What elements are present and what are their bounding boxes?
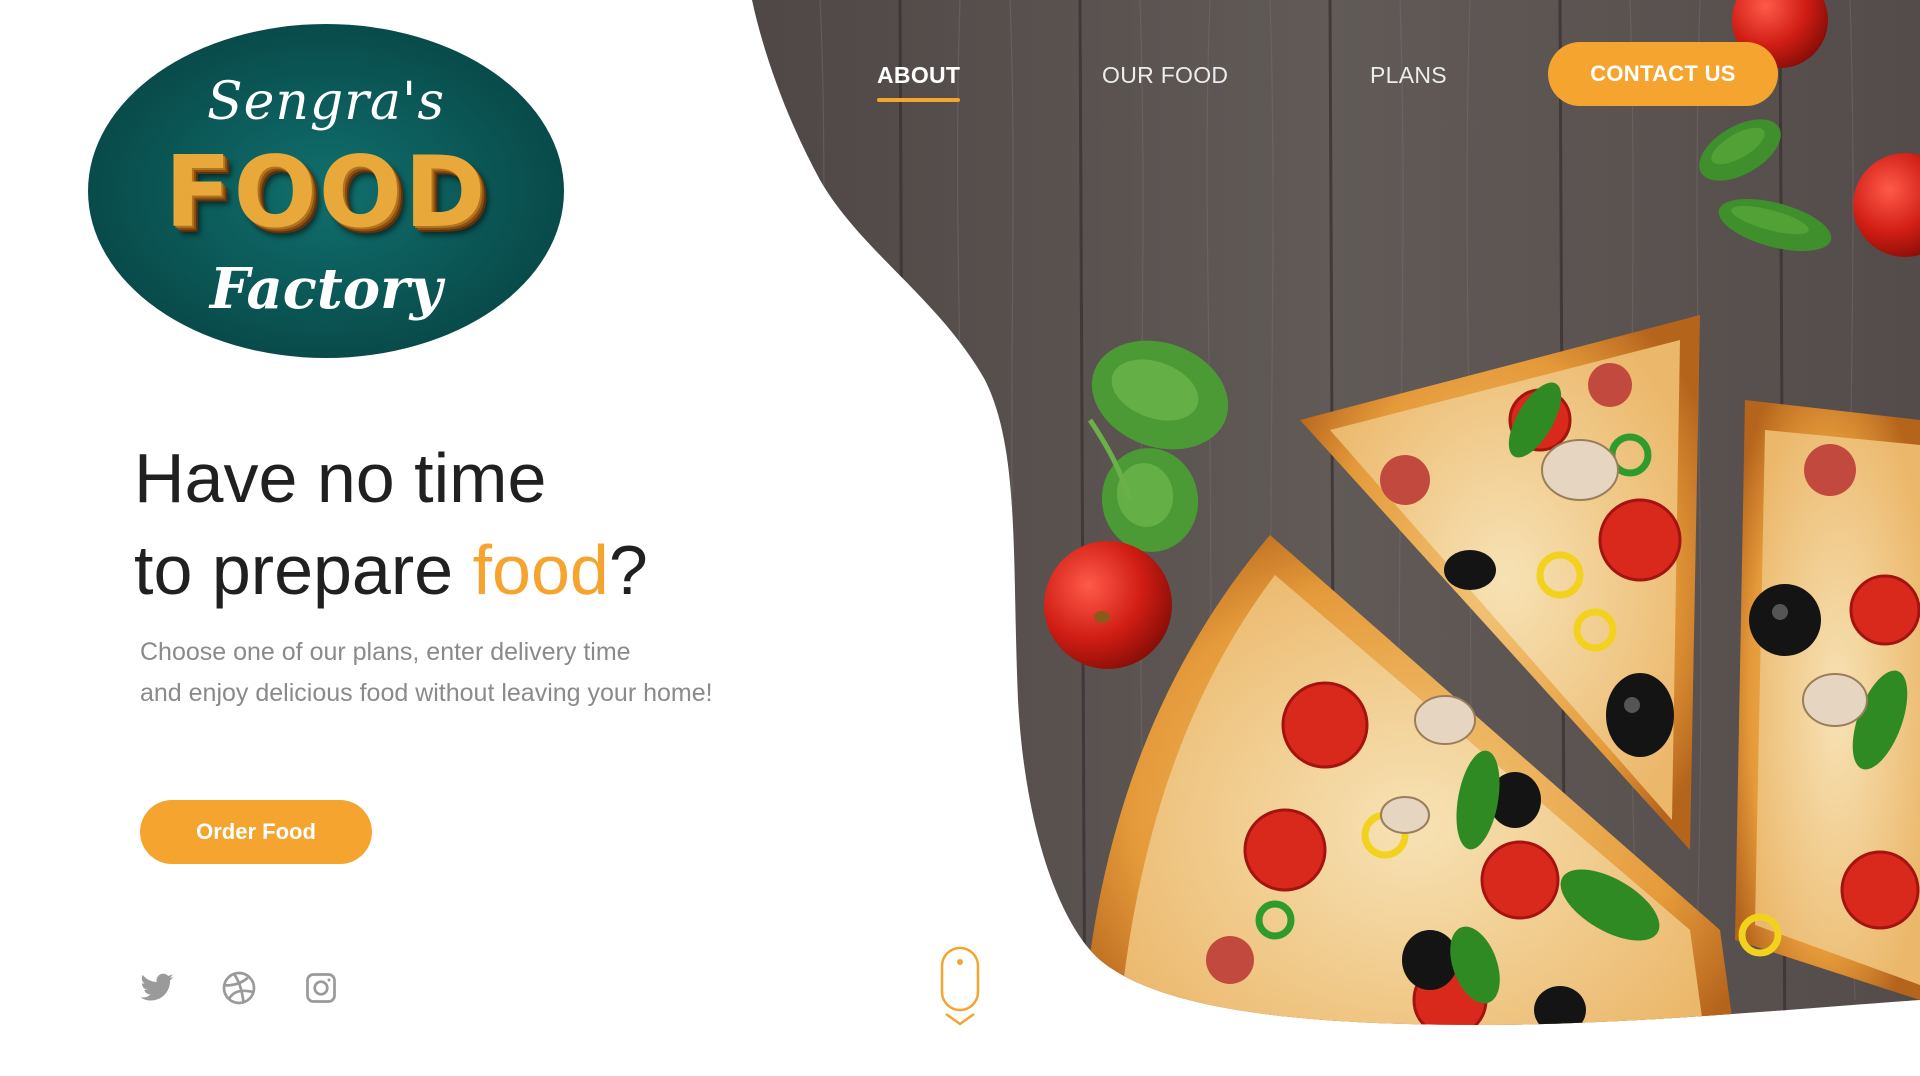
nav-link-plans-label: PLANS [1370,62,1447,88]
headline-suffix: ? [608,531,648,609]
headline-accent-word: food [472,531,609,609]
headline-line-2-prefix: to prepare [134,531,473,609]
hero-headline: Have no time to prepare food? [134,432,648,616]
dribbble-icon[interactable] [221,970,257,1006]
nav-link-plans[interactable]: PLANS [1370,62,1447,89]
order-food-button[interactable]: Order Food [140,800,372,864]
subtext-line-2: and enjoy delicious food without leaving… [140,679,713,707]
hero-subtext: Choose one of our plans, enter delivery … [140,632,713,714]
nav-link-our-food[interactable]: OUR FOOD [1102,62,1228,89]
headline-line-1: Have no time [134,439,547,517]
logo-script-bottom: Factory [209,256,443,322]
twitter-icon[interactable] [139,970,175,1006]
instagram-icon[interactable] [303,970,339,1006]
nav-link-about[interactable]: ABOUT [877,62,961,102]
landing-page: Sengra's FOOD Factory ABOUT OUR FOOD PLA… [0,0,1920,1076]
subtext-line-1: Choose one of our plans, enter delivery … [140,638,631,666]
nav-active-underline [877,98,961,102]
logo-food-word: FOOD [164,136,488,250]
mouse-scroll-icon[interactable] [938,946,982,1028]
nav-link-about-label: ABOUT [877,62,961,88]
contact-us-button[interactable]: CONTACT US [1548,42,1778,106]
main-navigation: ABOUT OUR FOOD PLANS CONTACT US [0,40,1920,110]
nav-link-our-food-label: OUR FOOD [1102,62,1229,88]
